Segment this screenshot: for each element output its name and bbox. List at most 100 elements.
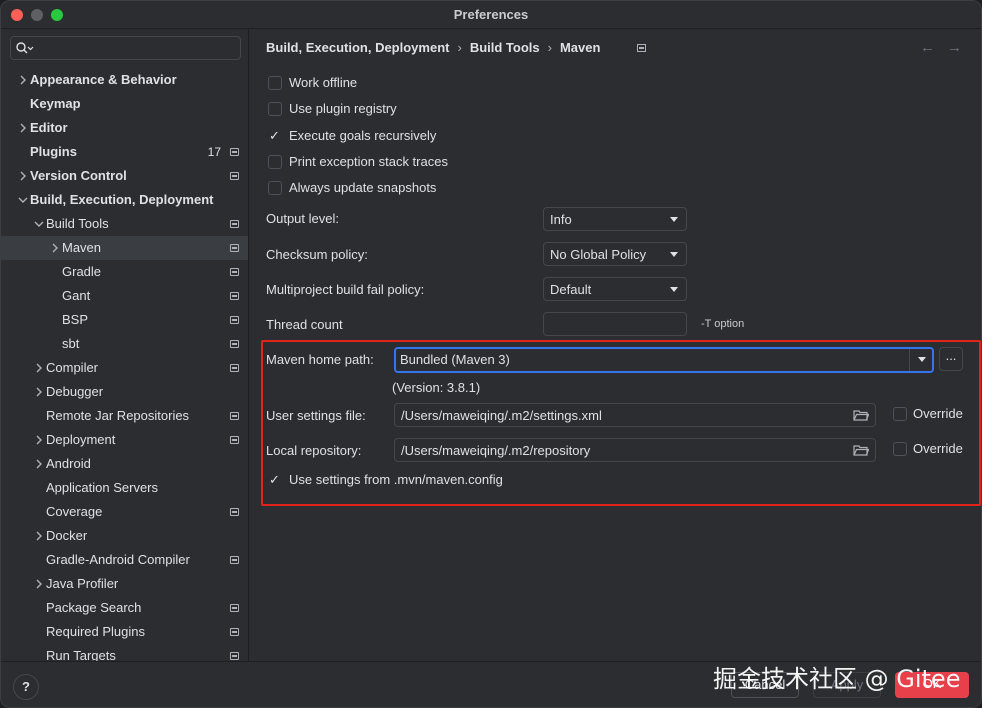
checksum-policy-select[interactable]: No Global Policy	[543, 242, 687, 266]
local-repository-label: Local repository:	[266, 443, 362, 458]
breadcrumb-item[interactable]: Build Tools	[470, 40, 540, 55]
fail-policy-value: Default	[550, 282, 592, 297]
sidebar-item-label: Gradle-Android Compiler	[46, 552, 190, 567]
folder-icon[interactable]	[853, 409, 869, 421]
chevron-right-icon[interactable]	[33, 524, 45, 548]
sidebar-item-keymap[interactable]: Keymap	[1, 92, 248, 116]
browse-maven-home-button[interactable]: ...	[939, 347, 963, 371]
sidebar-item-remote-jar-repositories[interactable]: Remote Jar Repositories	[1, 404, 248, 428]
checkbox-label: Use plugin registry	[289, 101, 397, 116]
chevron-down-icon[interactable]	[17, 188, 29, 212]
checksum-policy-label: Checksum policy:	[266, 247, 368, 262]
watermark-text: 掘金技术社区 @ Gitee	[713, 665, 961, 693]
checkbox-box[interactable]	[268, 126, 282, 146]
sidebar-item-label: Application Servers	[46, 480, 158, 495]
sidebar-item-label: Build Tools	[46, 216, 109, 231]
search-input[interactable]	[10, 36, 241, 60]
dropdown-caret-icon	[670, 217, 678, 222]
project-scope-icon	[230, 556, 239, 564]
sidebar-item-debugger[interactable]: Debugger	[1, 380, 248, 404]
chevron-right-icon[interactable]	[33, 572, 45, 596]
checkbox-box[interactable]	[268, 155, 282, 169]
settings-sidebar: Appearance & Behavior Keymap Editor Plugins…	[1, 29, 249, 661]
plugin-update-count-badge: 17	[207, 145, 221, 159]
sidebar-item-java-profiler[interactable]: Java Profiler	[1, 572, 248, 596]
breadcrumb-separator: ›	[547, 40, 552, 55]
output-level-label: Output level:	[266, 211, 339, 226]
project-scope-icon	[230, 148, 239, 156]
maven-version-text: (Version: 3.8.1)	[392, 380, 481, 395]
maven-home-combobox[interactable]: Bundled (Maven 3)	[394, 347, 934, 373]
project-scope-icon	[230, 508, 239, 516]
chevron-right-icon[interactable]	[17, 116, 29, 140]
chevron-right-icon[interactable]	[49, 236, 61, 260]
sidebar-item-bsp[interactable]: BSP	[1, 308, 248, 332]
chevron-down-icon[interactable]	[33, 212, 45, 236]
sidebar-item-label: Editor	[30, 120, 68, 135]
project-scope-icon	[230, 364, 239, 372]
sidebar-item-android[interactable]: Android	[1, 452, 248, 476]
chevron-right-icon[interactable]	[33, 380, 45, 404]
sidebar-item-plugins[interactable]: Plugins 17	[1, 140, 248, 164]
sidebar-item-label: Coverage	[46, 504, 103, 519]
chevron-right-icon[interactable]	[17, 68, 29, 92]
sidebar-item-label: Appearance & Behavior	[30, 72, 177, 87]
user-settings-input[interactable]: /Users/maweiqing/.m2/settings.xml	[394, 403, 876, 427]
breadcrumb-item[interactable]: Build, Execution, Deployment	[266, 40, 449, 55]
sidebar-item-coverage[interactable]: Coverage	[1, 500, 248, 524]
sidebar-item-gradle-android-compiler[interactable]: Gradle-Android Compiler	[1, 548, 248, 572]
sidebar-item-label: Android	[46, 456, 91, 471]
checkbox-label: Override	[913, 441, 963, 456]
sidebar-item-required-plugins[interactable]: Required Plugins	[1, 620, 248, 644]
checkbox-box[interactable]	[268, 181, 282, 195]
checkbox-label: Work offline	[289, 75, 358, 90]
sidebar-item-gant[interactable]: Gant	[1, 284, 248, 308]
sidebar-item-build-tools[interactable]: Build Tools	[1, 212, 248, 236]
settings-tree: Appearance & Behavior Keymap Editor Plugins…	[1, 68, 248, 661]
combobox-divider	[909, 349, 910, 371]
fail-policy-select[interactable]: Default	[543, 277, 687, 301]
sidebar-item-compiler[interactable]: Compiler	[1, 356, 248, 380]
sidebar-item-appearance-behavior[interactable]: Appearance & Behavior	[1, 68, 248, 92]
title-bar: Preferences	[1, 1, 981, 29]
sidebar-item-editor[interactable]: Editor	[1, 116, 248, 140]
preferences-window: Preferences Appearance & Behavior Keymap E…	[0, 0, 982, 708]
forward-arrow-icon[interactable]: →	[947, 39, 962, 56]
checkbox-box[interactable]	[268, 470, 282, 490]
checkbox-box[interactable]	[268, 102, 282, 116]
chevron-right-icon[interactable]	[33, 356, 45, 380]
sidebar-item-label: Java Profiler	[46, 576, 119, 591]
sidebar-item-label: Gant	[62, 288, 91, 303]
checkbox-label: Always update snapshots	[289, 180, 437, 195]
output-level-select[interactable]: Info	[543, 207, 687, 231]
checkbox-box[interactable]	[893, 407, 907, 421]
sidebar-item-label: Plugins	[30, 144, 77, 159]
chevron-right-icon[interactable]	[33, 452, 45, 476]
checkbox-box[interactable]	[268, 76, 282, 90]
sidebar-item-build-execution-deployment[interactable]: Build, Execution, Deployment	[1, 188, 248, 212]
sidebar-item-package-search[interactable]: Package Search	[1, 596, 248, 620]
dropdown-caret-icon	[670, 287, 678, 292]
thread-count-input[interactable]	[543, 312, 687, 336]
folder-icon[interactable]	[853, 444, 869, 456]
help-button[interactable]: ?	[13, 674, 39, 700]
chevron-right-icon[interactable]	[33, 428, 45, 452]
sidebar-item-version-control[interactable]: Version Control	[1, 164, 248, 188]
sidebar-item-run-targets[interactable]: Run Targets	[1, 644, 248, 661]
window-title: Preferences	[453, 7, 529, 22]
sidebar-item-maven[interactable]: Maven	[1, 236, 248, 260]
back-arrow-icon[interactable]: ←	[920, 39, 935, 56]
sidebar-item-gradle[interactable]: Gradle	[1, 260, 248, 284]
sidebar-item-docker[interactable]: Docker	[1, 524, 248, 548]
output-level-value: Info	[550, 212, 572, 227]
project-scope-icon	[230, 628, 239, 636]
maven-home-value: Bundled (Maven 3)	[400, 352, 510, 367]
dropdown-caret-icon[interactable]	[918, 357, 926, 362]
sidebar-item-deployment[interactable]: Deployment	[1, 428, 248, 452]
chevron-right-icon[interactable]	[17, 164, 29, 188]
local-repository-input[interactable]: /Users/maweiqing/.m2/repository	[394, 438, 876, 462]
checkbox-box[interactable]	[893, 442, 907, 456]
breadcrumb-item: Maven	[559, 40, 601, 55]
sidebar-item-application-servers[interactable]: Application Servers	[1, 476, 248, 500]
sidebar-item-sbt[interactable]: sbt	[1, 332, 248, 356]
